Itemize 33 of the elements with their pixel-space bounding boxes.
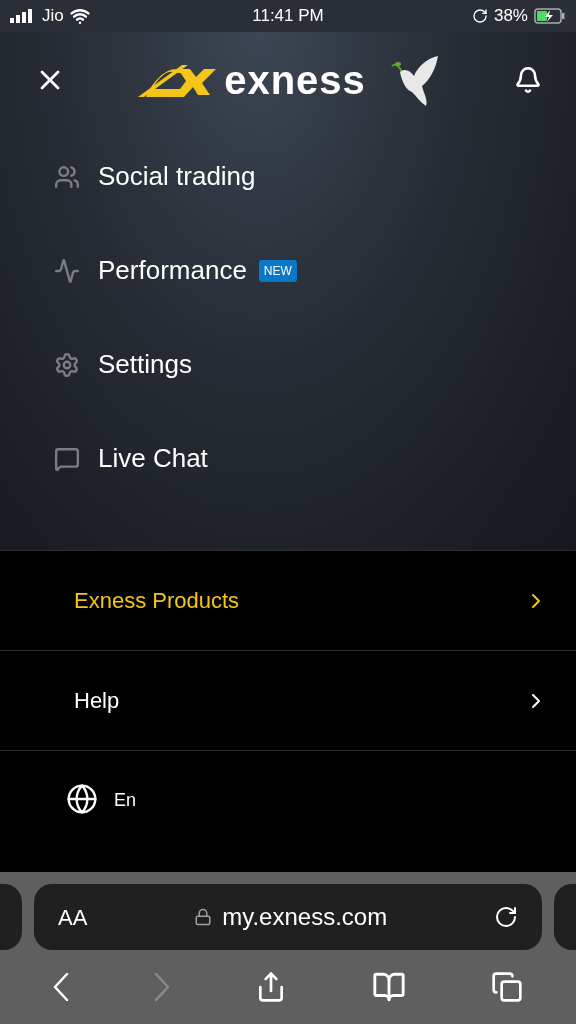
globe-icon (66, 783, 98, 815)
rotation-lock-icon (471, 8, 488, 24)
new-badge: NEW (258, 259, 297, 282)
chevron-left-icon (52, 973, 69, 1001)
section-row[interactable]: Exness Products (0, 550, 576, 650)
previous-tab-preview[interactable] (0, 884, 22, 950)
bookmarks-button[interactable] (372, 970, 407, 1004)
menu-item[interactable]: Live Chat (98, 439, 208, 478)
logo-mark-icon (136, 62, 217, 97)
settings-icon (54, 351, 80, 378)
text-size-button[interactable]: AA (58, 900, 88, 934)
battery-icon (534, 8, 566, 24)
back-button[interactable] (52, 973, 69, 1001)
url-text: my.exness.com (222, 902, 388, 932)
section-row[interactable]: Help (0, 650, 576, 750)
menu-item[interactable]: Performance (98, 251, 247, 290)
notification-bell-button[interactable] (514, 65, 542, 94)
carrier-name: Jio (42, 5, 64, 28)
battery-percent: 38% (493, 5, 528, 28)
next-tab-preview[interactable] (554, 884, 576, 950)
clock-time: 11:41 PM (252, 5, 324, 28)
chevron-right-icon (153, 973, 170, 1001)
menu-item[interactable]: Settings (98, 345, 192, 384)
language-selector[interactable]: En (114, 787, 137, 814)
tabs-button[interactable] (491, 971, 524, 1003)
wifi-icon (69, 6, 90, 26)
chat-bubble-icon (54, 445, 80, 472)
address-bar[interactable]: AA my.exness.com (34, 884, 542, 950)
logo-text: exness (224, 59, 366, 100)
reload-icon[interactable] (494, 905, 518, 929)
chart-pulse-icon (54, 257, 80, 284)
lock-icon (194, 908, 213, 926)
menu-item[interactable]: Social trading (98, 157, 256, 196)
